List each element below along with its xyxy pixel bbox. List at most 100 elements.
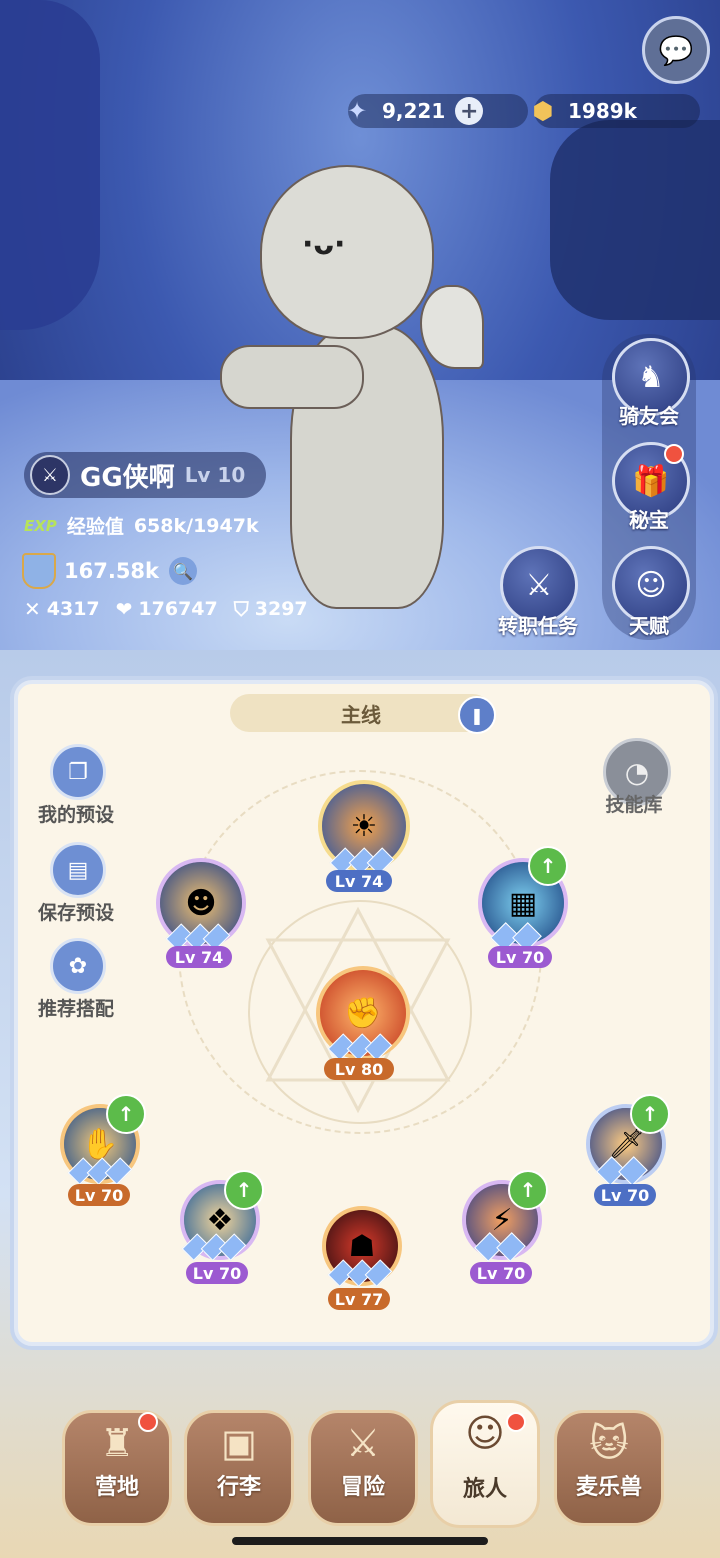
power-shield-icon: [22, 553, 56, 589]
nav-camp-label: 营地: [94, 1475, 139, 1500]
skill-stars: [165, 923, 231, 951]
class-quest-icon: ⚔: [525, 567, 553, 603]
skill-stars: [327, 1033, 393, 1061]
exp-label: 经验值: [66, 516, 124, 538]
hp-stat: ❤ 176747: [116, 597, 218, 621]
skill-stars: [327, 1259, 393, 1287]
chat-button[interactable]: 💬: [642, 16, 710, 84]
recommend-icon: ✿: [68, 953, 88, 979]
skill-level: Lv 70: [470, 1262, 532, 1284]
nav-adventure[interactable]: ⚔ 冒险: [308, 1410, 418, 1526]
my-preset-button[interactable]: ❐: [50, 744, 106, 800]
power-value: 167.58k: [64, 559, 160, 583]
add-gems-button[interactable]: +: [455, 97, 484, 125]
cat-face-icon: 🐱: [589, 1421, 629, 1465]
nav-adventure-label: 冒险: [340, 1475, 385, 1500]
skill-stars: [596, 1156, 648, 1186]
backpack-icon: ▣: [221, 1421, 257, 1465]
nav-bag-label: 行李: [216, 1475, 261, 1500]
skill-level: Lv 80: [324, 1058, 394, 1080]
chat-bubble-icon: 💬: [658, 33, 694, 67]
character-arm: [220, 345, 364, 409]
skill-level: Lv 74: [166, 946, 232, 968]
player-level: Lv 10: [184, 463, 246, 487]
home-indicator[interactable]: [232, 1537, 488, 1545]
skill-level: Lv 70: [186, 1262, 248, 1284]
skill-level: Lv 74: [326, 870, 392, 892]
skill-stars: [329, 847, 395, 875]
nav-pet[interactable]: 🐱 麦乐兽: [554, 1410, 664, 1526]
stats-row: ✕ 4317 ❤ 176747 ⛉ 3297: [24, 597, 324, 621]
heart-icon: ❤: [115, 597, 133, 621]
skill-stars: [181, 1233, 247, 1261]
gem-value: 9,221: [382, 99, 446, 123]
camp-notification-dot: [138, 1412, 158, 1432]
traveler-avatar-icon: ☺: [465, 1411, 505, 1455]
book-icon[interactable]: ❚: [458, 696, 496, 734]
nav-traveler-label: 旅人: [462, 1477, 507, 1502]
coin-pill: ⬢ 1989k: [533, 94, 700, 128]
skill-library-icon: ◔: [624, 755, 650, 789]
upgrade-arrow-icon: ↑: [528, 846, 568, 886]
gem-counter: ✦ 9,221 +: [347, 94, 528, 128]
rock-left: [0, 0, 100, 330]
crystal-star-icon: ✦: [346, 97, 368, 125]
class-quest-label: 转职任务: [498, 614, 578, 638]
brain-head-icon: ☺: [635, 567, 667, 603]
defense-value: 3297: [254, 598, 308, 620]
gold-coin-icon: ⬢: [532, 97, 554, 125]
crossed-swords-icon: ⚔: [345, 1421, 381, 1465]
exp-value: 658k/1947k: [133, 514, 259, 537]
recommend-label: 推荐搭配: [37, 998, 114, 1020]
my-preset-label: 我的预设: [37, 804, 114, 826]
skill-level: Lv 70: [68, 1184, 130, 1206]
talent-label: 天赋: [629, 614, 669, 638]
tab-mainline-label: 主线: [341, 702, 381, 727]
upgrade-arrow-icon: ↑: [106, 1094, 146, 1134]
rock-right: [550, 120, 720, 320]
upgrade-arrow-icon: ↑: [508, 1170, 548, 1210]
crossed-swords-icon: ✕: [24, 597, 41, 621]
treasure-notification-dot: [664, 444, 684, 464]
character-head: ·ᴗ·: [260, 165, 434, 339]
player-name-pill[interactable]: ⚔ GG侠啊 Lv 10: [24, 452, 266, 498]
nav-pet-label: 麦乐兽: [575, 1475, 642, 1500]
mount-club-label: 骑友会: [619, 404, 679, 428]
recommend-button[interactable]: ✿: [50, 938, 106, 994]
search-icon[interactable]: 🔍: [169, 557, 198, 585]
attack-stat: ✕ 4317: [24, 597, 100, 621]
class-sword-icon: ⚔: [30, 455, 70, 495]
upgrade-arrow-icon: ↑: [224, 1170, 264, 1210]
skill-library-label: 技能库: [605, 794, 663, 816]
save-preset-label: 保存预设: [37, 902, 114, 924]
skill-stars: [490, 922, 542, 952]
skill-stars: [474, 1232, 526, 1262]
save-disk-icon: ▤: [67, 857, 89, 883]
shield-icon: ⛉: [233, 597, 249, 621]
player-name: GG侠啊: [80, 462, 175, 493]
nav-bag[interactable]: ▣ 行李: [184, 1410, 294, 1526]
treasure-chest-icon: 🎁: [632, 463, 670, 499]
save-preset-button[interactable]: ▤: [50, 842, 106, 898]
gem-pill: ✦ 9,221 +: [347, 94, 528, 128]
coin-value: 1989k: [568, 99, 637, 123]
exp-row: EXP 经验值 658k/1947k: [24, 512, 259, 539]
horse-head-icon: ♞: [637, 359, 665, 395]
power-row: 167.58k 🔍: [22, 553, 198, 589]
skill-level: Lv 70: [594, 1184, 656, 1206]
tab-mainline[interactable]: 主线: [230, 694, 492, 732]
castle-icon: ♜: [99, 1421, 135, 1465]
hp-value: 176747: [138, 598, 218, 620]
character-wing: [420, 285, 484, 369]
coin-counter: ⬢ 1989k: [533, 94, 700, 128]
skill-level: Lv 77: [328, 1288, 390, 1310]
upgrade-arrow-icon: ↑: [630, 1094, 670, 1134]
skill-stars: [67, 1157, 133, 1185]
treasure-label: 秘宝: [629, 508, 669, 532]
exp-tag: EXP: [24, 516, 57, 535]
character-face: ·ᴗ·: [302, 227, 346, 262]
attack-value: 4317: [46, 598, 100, 620]
skill-level: Lv 70: [488, 946, 552, 968]
traveler-notification-dot: [506, 1412, 526, 1432]
player-character: ·ᴗ·: [220, 165, 484, 635]
